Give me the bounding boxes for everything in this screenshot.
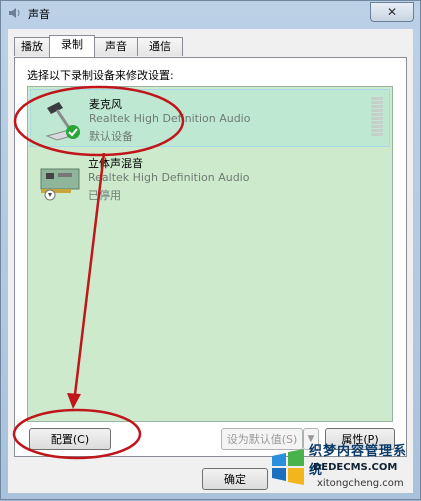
device-item-stereo-mix[interactable]: 立体声混音 Realtek High Definition Audio 已停用	[30, 149, 390, 207]
level-meter	[371, 97, 383, 141]
ok-button[interactable]: 确定	[202, 468, 268, 490]
dialog-client-area: 播放 录制 声音 通信 选择以下录制设备来修改设置: 麦克风 Realtek H…	[8, 29, 413, 493]
tab-communications[interactable]: 通信	[137, 37, 183, 56]
sound-card-icon	[40, 168, 80, 201]
device-status: 已停用	[88, 189, 121, 202]
device-list[interactable]: 麦克风 Realtek High Definition Audio 默认设备 立…	[27, 86, 393, 422]
title-bar[interactable]: 声音 ✕	[1, 1, 420, 25]
speaker-icon	[9, 8, 20, 18]
device-driver: Realtek High Definition Audio	[89, 112, 251, 125]
device-status: 默认设备	[89, 130, 133, 143]
tab-playback[interactable]: 播放	[14, 37, 50, 56]
device-name: 立体声混音	[88, 157, 143, 170]
configure-button[interactable]: 配置(C)	[29, 428, 111, 450]
watermark-logo-icon	[272, 449, 304, 485]
recording-panel: 选择以下录制设备来修改设置: 麦克风 Realtek High Definiti…	[14, 57, 407, 457]
close-button[interactable]: ✕	[370, 2, 414, 22]
microphone-icon	[45, 102, 81, 141]
instruction-label: 选择以下录制设备来修改设置:	[27, 69, 174, 82]
tab-recording[interactable]: 录制	[49, 35, 95, 57]
watermark-url-2: xitongcheng.com	[317, 478, 404, 489]
window-title: 声音	[28, 8, 50, 21]
sound-dialog-window: 声音 ✕ 播放 录制 声音 通信 选择以下录制设备来修改设置: 麦克风 Real…	[0, 0, 421, 500]
device-driver: Realtek High Definition Audio	[88, 171, 250, 184]
watermark-url: DEDECMS.COM	[313, 462, 398, 473]
watermark: 织梦内容管理系统 DEDECMS.COM xitongcheng.com	[269, 438, 417, 498]
device-name: 麦克风	[89, 98, 122, 111]
tab-sounds[interactable]: 声音	[94, 37, 138, 56]
close-icon: ✕	[386, 5, 398, 19]
device-item-microphone[interactable]: 麦克风 Realtek High Definition Audio 默认设备	[30, 89, 390, 147]
